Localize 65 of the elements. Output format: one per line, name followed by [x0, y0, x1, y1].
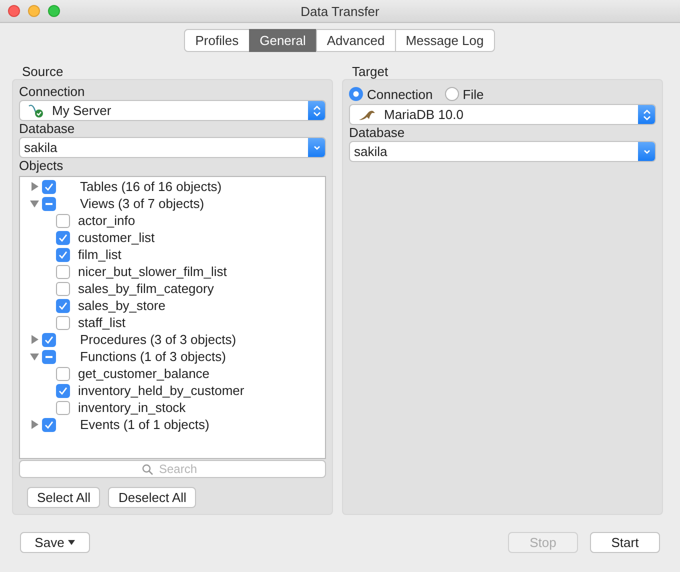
stepper-icon: [638, 105, 655, 124]
triangle-down-icon[interactable]: [30, 199, 39, 208]
tree-item[interactable]: customer_list: [78, 230, 155, 245]
tree-item[interactable]: staff_list: [78, 315, 126, 330]
chevron-down-icon: [638, 142, 655, 161]
seal-icon: [358, 108, 376, 120]
chevron-down-icon: [308, 138, 325, 157]
checkbox[interactable]: [56, 400, 70, 414]
checkbox[interactable]: [56, 230, 70, 244]
radio-button[interactable]: [444, 87, 459, 101]
checkbox[interactable]: [56, 264, 70, 278]
stepper-icon: [308, 101, 325, 120]
checkbox[interactable]: [56, 298, 70, 312]
tree-item[interactable]: Events (1 of 1 objects): [80, 417, 210, 432]
tree-item[interactable]: Procedures (3 of 3 objects): [80, 332, 236, 347]
tree-item[interactable]: Views (3 of 7 objects): [80, 196, 204, 211]
field-label: Objects: [19, 158, 64, 174]
tree-item[interactable]: get_customer_balance: [78, 366, 210, 381]
checkbox[interactable]: [56, 248, 70, 262]
tab[interactable]: Advanced: [316, 29, 396, 52]
tree-item[interactable]: inventory_held_by_customer: [78, 383, 244, 398]
search-icon: [142, 464, 153, 475]
connection-dropdown[interactable]: My Server: [19, 100, 326, 121]
triangle-right-icon[interactable]: [30, 420, 39, 429]
close-button[interactable]: [8, 5, 20, 17]
button[interactable]: Select All: [27, 487, 100, 508]
save-button[interactable]: Save: [20, 532, 90, 553]
triangle-right-icon[interactable]: [30, 335, 39, 344]
server-connected-icon: [28, 104, 44, 118]
tree-item[interactable]: Tables (16 of 16 objects): [80, 179, 222, 194]
tree-item[interactable]: actor_info: [78, 213, 136, 228]
start-button[interactable]: Start: [590, 532, 660, 553]
group-title: Source: [21, 64, 64, 79]
tree-item[interactable]: sales_by_film_category: [78, 281, 214, 296]
button[interactable]: Deselect All: [108, 487, 196, 508]
group-title: Target: [351, 64, 390, 79]
checkbox[interactable]: [56, 316, 70, 330]
triangle-right-icon[interactable]: [30, 182, 39, 191]
triangle-down-icon[interactable]: [30, 352, 39, 361]
search-field[interactable]: Search: [19, 460, 326, 478]
radio-label[interactable]: Connection: [367, 86, 433, 102]
field-label: Database: [349, 125, 406, 141]
zoom-button[interactable]: [48, 5, 60, 17]
tree-item[interactable]: Functions (1 of 3 objects): [80, 349, 226, 364]
tab[interactable]: General: [248, 29, 317, 52]
radio-label[interactable]: File: [462, 86, 484, 102]
connection-dropdown[interactable]: MariaDB 10.0: [349, 104, 656, 125]
checkbox[interactable]: [56, 384, 70, 398]
checkbox[interactable]: [56, 366, 70, 380]
database-dropdown[interactable]: sakila: [349, 141, 656, 162]
checkbox[interactable]: [56, 214, 70, 228]
window-title: Data Transfer: [300, 4, 380, 18]
tree-item[interactable]: film_list: [78, 247, 122, 262]
radio-button[interactable]: [349, 87, 363, 101]
tab[interactable]: Profiles: [184, 29, 250, 52]
database-dropdown[interactable]: sakila: [19, 137, 326, 158]
tree-item[interactable]: nicer_but_slower_film_list: [78, 264, 227, 279]
caret-icon: [68, 540, 76, 545]
field-label: Connection: [19, 84, 86, 100]
field-label: Database: [19, 121, 76, 137]
tree-item[interactable]: inventory_in_stock: [78, 400, 186, 415]
checkbox[interactable]: [56, 282, 70, 296]
minimize-button[interactable]: [28, 5, 40, 17]
tree-item[interactable]: sales_by_store: [78, 298, 166, 313]
tab[interactable]: Message Log: [394, 29, 495, 52]
